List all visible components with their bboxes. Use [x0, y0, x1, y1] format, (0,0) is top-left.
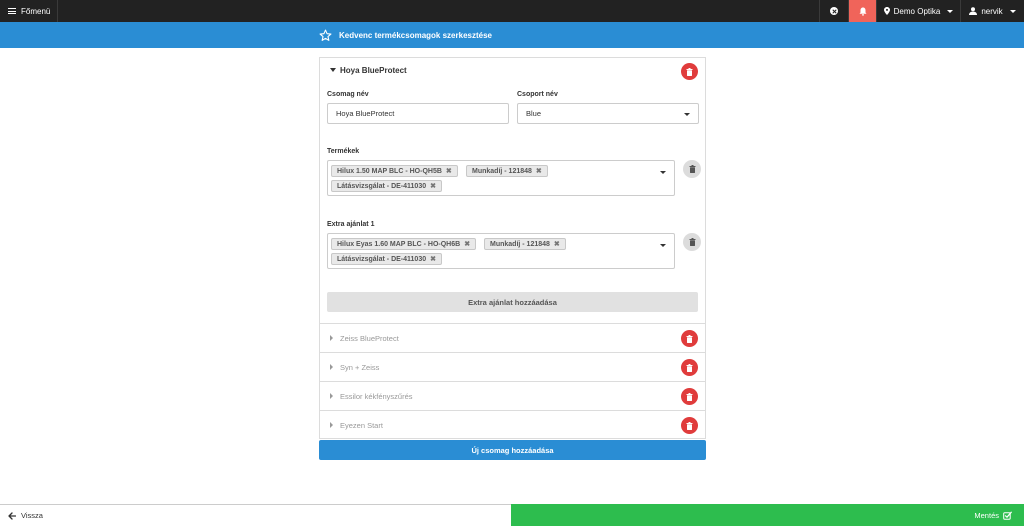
page-title: Kedvenc termékcsomagok szerkesztése — [339, 30, 492, 40]
caret-right-icon — [330, 422, 333, 428]
close-circle-icon — [830, 7, 838, 15]
star-icon — [319, 29, 332, 41]
extra-product-tag[interactable]: Látásvizsgálat - DE-411030 ✖ — [331, 253, 442, 265]
delete-package-button[interactable] — [681, 359, 698, 376]
back-label: Vissza — [21, 511, 43, 520]
chevron-down-icon — [1009, 9, 1016, 13]
caret-right-icon — [330, 364, 333, 370]
add-package-button[interactable]: Új csomag hozzáadása — [319, 440, 706, 460]
caret-right-icon — [330, 393, 333, 399]
remove-tag-icon[interactable]: ✖ — [464, 240, 470, 248]
top-bar: Főmenü Demo Optika nervik — [0, 0, 1024, 22]
page-header: Kedvenc termékcsomagok szerkesztése — [0, 22, 1024, 48]
products-multiselect[interactable]: Hilux 1.50 MAP BLC - HO-QH5B ✖ Munkadíj -… — [327, 160, 675, 196]
remove-tag-icon[interactable]: ✖ — [536, 167, 542, 175]
map-pin-icon — [883, 7, 890, 15]
location-dropdown[interactable]: Demo Optika — [876, 0, 960, 22]
chevron-down-icon — [660, 244, 666, 247]
trash-icon — [686, 421, 693, 430]
main-menu-label: Főmenü — [21, 6, 51, 16]
chevron-down-icon — [660, 171, 666, 174]
user-dropdown[interactable]: nervik — [960, 0, 1024, 22]
delete-package-button[interactable] — [681, 330, 698, 347]
product-tag[interactable]: Látásvizsgálat - DE-411030 ✖ — [331, 180, 442, 192]
caret-right-icon — [330, 335, 333, 341]
remove-tag-icon[interactable]: ✖ — [554, 240, 560, 248]
extra-product-tag[interactable]: Munkadíj - 121848 ✖ — [484, 238, 566, 250]
extra-product-tag[interactable]: Hilux Eyas 1.60 MAP BLC - HO-QH6B ✖ — [331, 238, 477, 250]
package-name-label: Csomag név — [327, 91, 369, 98]
product-tag[interactable]: Munkadíj - 121848 ✖ — [466, 165, 548, 177]
package-name-input[interactable]: Hoya BlueProtect — [327, 103, 509, 124]
package-row-collapsed[interactable]: Eyezen Start — [320, 410, 705, 439]
package-row-collapsed[interactable]: Zeiss BlueProtect — [320, 323, 705, 352]
arrow-left-icon — [8, 511, 16, 520]
save-label: Mentés — [974, 510, 999, 520]
caret-down-icon — [330, 68, 336, 72]
chevron-down-icon — [947, 9, 954, 13]
bell-icon — [859, 7, 866, 16]
hamburger-icon — [8, 8, 16, 14]
remove-tag-icon[interactable]: ✖ — [446, 167, 452, 175]
save-button[interactable]: Mentés — [511, 504, 1024, 526]
package-header-expanded[interactable]: Hoya BlueProtect — [320, 58, 705, 85]
trash-icon — [686, 363, 693, 372]
package-name: Zeiss BlueProtect — [340, 334, 399, 343]
location-label: Demo Optika — [893, 6, 941, 16]
package-name: Syn + Zeiss — [340, 363, 380, 372]
package-name: Essilor kékfényszűrés — [340, 392, 413, 401]
edit-check-icon — [1003, 511, 1012, 520]
user-label: nervik — [981, 6, 1003, 16]
delete-package-button[interactable] — [681, 417, 698, 434]
remove-tag-icon[interactable]: ✖ — [430, 182, 436, 190]
trash-icon — [686, 334, 693, 343]
product-tag[interactable]: Hilux 1.50 MAP BLC - HO-QH5B ✖ — [331, 165, 458, 177]
add-extra-offer-button[interactable]: Extra ajánlat hozzáadása — [327, 292, 698, 312]
top-right-controls: Demo Optika nervik — [819, 0, 1024, 22]
group-name-value: Blue — [526, 109, 542, 118]
remove-products-button[interactable] — [683, 160, 701, 178]
close-session-button[interactable] — [819, 0, 848, 22]
trash-icon — [686, 392, 693, 401]
chevron-down-icon — [684, 113, 690, 116]
package-row-collapsed[interactable]: Essilor kékfényszűrés — [320, 381, 705, 410]
extra-offer-multiselect[interactable]: Hilux Eyas 1.60 MAP BLC - HO-QH6B ✖ Munka… — [327, 233, 675, 269]
main-menu-button[interactable]: Főmenü — [0, 0, 58, 22]
package-row-collapsed[interactable]: Syn + Zeiss — [320, 352, 705, 381]
remove-tag-icon[interactable]: ✖ — [430, 255, 436, 263]
delete-package-button[interactable] — [681, 388, 698, 405]
page-title-wrap: Kedvenc termékcsomagok szerkesztése — [319, 22, 492, 48]
package-list-panel: Hoya BlueProtect Csomag név Hoya BluePro… — [319, 57, 706, 439]
back-button[interactable]: Vissza — [0, 504, 511, 526]
user-icon — [969, 7, 978, 15]
package-name: Hoya BlueProtect — [340, 66, 407, 75]
products-label: Termékek — [327, 148, 360, 155]
remove-extra-offer-button[interactable] — [683, 233, 701, 251]
package-name: Eyezen Start — [340, 421, 383, 430]
trash-icon — [689, 165, 695, 173]
extra-offer-label: Extra ajánlat 1 — [327, 221, 375, 228]
group-name-select[interactable]: Blue — [517, 103, 699, 124]
delete-package-button[interactable] — [681, 63, 698, 80]
trash-icon — [686, 67, 693, 76]
notifications-button[interactable] — [848, 0, 876, 22]
trash-icon — [689, 238, 695, 246]
group-name-label: Csoport név — [517, 91, 558, 98]
